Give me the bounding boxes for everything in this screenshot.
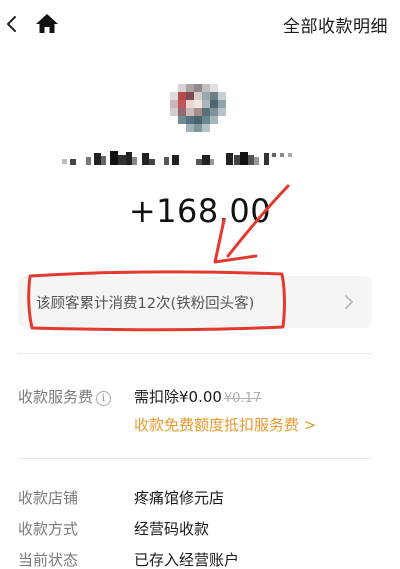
loyalty-text: 该顾客累计消费12次(铁粉回头客) — [36, 296, 255, 312]
fee-deduct-text: 需扣除¥0.00 — [134, 388, 222, 406]
back-icon[interactable] — [2, 12, 24, 36]
payment-amount: +168.00 — [128, 192, 272, 230]
divider — [18, 353, 372, 354]
fee-label-row: 收款服务费 i — [18, 386, 112, 407]
status-value: 已存入经营账户 — [134, 551, 240, 569]
payer-name-redacted — [60, 147, 340, 173]
free-quota-link[interactable]: 收款免费额度抵扣服务费 > — [134, 414, 316, 435]
fee-value: 需扣除¥0.00 ¥0.17 — [134, 386, 261, 407]
home-icon[interactable] — [34, 11, 60, 37]
top-nav-bar: 全部收款明细 — [0, 0, 400, 46]
original-fee: ¥0.17 — [223, 391, 262, 406]
fee-label: 收款服务费 — [18, 388, 94, 406]
method-value: 经营码收款 — [134, 520, 210, 538]
method-label: 收款方式 — [18, 520, 79, 538]
store-label: 收款店铺 — [18, 489, 79, 507]
customer-loyalty-banner[interactable]: 该顾客累计消费12次(铁粉回头客) — [18, 276, 372, 328]
info-icon[interactable]: i — [96, 391, 112, 406]
store-value: 疼痛馆修元店 — [134, 489, 225, 507]
chevron-right-icon — [344, 294, 354, 310]
all-receipts-link[interactable]: 全部收款明细 — [283, 12, 388, 37]
avatar — [170, 84, 226, 132]
divider — [18, 458, 372, 459]
status-label: 当前状态 — [18, 551, 79, 569]
